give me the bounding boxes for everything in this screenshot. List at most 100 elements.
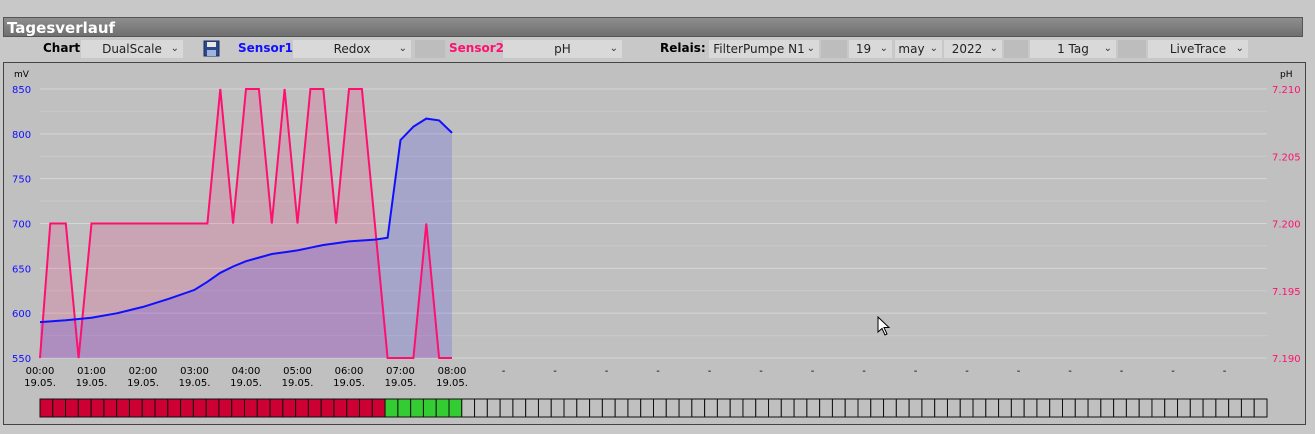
chevron-down-icon: ⌄	[1235, 43, 1244, 54]
x-tick-time: 04:00	[232, 366, 261, 377]
x-tick-date: 19.05.	[333, 378, 365, 389]
relay-cell	[90, 398, 105, 418]
relay-cell	[921, 398, 936, 418]
y-left-tick: 600	[12, 309, 31, 320]
x-tick-time: 01:00	[77, 366, 106, 377]
relay-cell	[346, 398, 361, 418]
relay-cell	[1138, 398, 1153, 418]
month-value: may	[898, 42, 925, 56]
sensor2-value: pH	[554, 42, 571, 56]
relais-select[interactable]: FilterPumpe N1 ⌄	[709, 40, 819, 58]
relay-cell	[819, 398, 833, 418]
relay-cell	[768, 398, 782, 418]
year-select[interactable]: 2022 ⌄	[944, 40, 1002, 58]
mode-value: LiveTrace	[1169, 42, 1227, 56]
relay-cell	[244, 398, 258, 418]
relay-cell	[269, 398, 284, 418]
relay-cell	[397, 398, 412, 418]
x-tick-placeholder: -	[1017, 366, 1021, 377]
relay-cell	[716, 398, 731, 418]
relay-cell	[806, 398, 821, 418]
chart-label: Chart:	[43, 41, 85, 55]
relay-cell	[525, 398, 539, 418]
relay-cell	[359, 398, 373, 418]
x-tick-time: 03:00	[180, 366, 209, 377]
y-right-tick: 7.195	[1272, 287, 1301, 298]
range-select[interactable]: 1 Tag ⌄	[1030, 40, 1116, 58]
title-bar: Tagesverlauf	[3, 17, 1303, 37]
relay-cell	[512, 398, 527, 418]
y-right-tick: 7.190	[1272, 354, 1301, 365]
x-tick-date: 19.05.	[127, 378, 159, 389]
relay-cell	[384, 398, 399, 418]
relay-cell	[448, 398, 463, 418]
chevron-down-icon: ⌄	[609, 43, 618, 54]
x-tick-placeholder: -	[862, 366, 866, 377]
relay-cell	[704, 398, 718, 418]
relay-cell	[1010, 398, 1025, 418]
y-left-tick: 650	[12, 264, 31, 275]
chevron-down-icon: ⌄	[929, 43, 938, 54]
relay-cell	[1113, 398, 1127, 418]
y-right-label: pH	[1280, 70, 1292, 80]
x-tick-date: 19.05.	[179, 378, 211, 389]
mode-select[interactable]: LiveTrace ⌄	[1148, 40, 1248, 58]
relay-cell	[141, 398, 156, 418]
month-select[interactable]: may ⌄	[895, 40, 942, 58]
relay-cell	[1215, 398, 1230, 418]
relay-cell	[627, 398, 642, 418]
relay-cell	[908, 398, 923, 418]
x-tick-date: 19.05.	[230, 378, 262, 389]
y-left-tick: 550	[12, 354, 31, 365]
relay-cell	[474, 398, 488, 418]
relay-cell	[857, 398, 872, 418]
relay-cell	[589, 398, 603, 418]
x-tick-date: 19.05.	[24, 378, 56, 389]
day-select[interactable]: 19 ⌄	[849, 40, 892, 58]
save-icon[interactable]	[203, 40, 220, 57]
chart-type-select[interactable]: DualScale ⌄	[81, 40, 183, 58]
relay-cell	[946, 398, 961, 418]
sensor1-select[interactable]: Redox ⌄	[293, 40, 411, 58]
relay-cell	[614, 398, 629, 418]
y-left-label: mV	[14, 70, 30, 80]
y-left-tick: 800	[12, 130, 31, 141]
relay-cell	[780, 398, 795, 418]
sensor1-value: Redox	[333, 42, 371, 56]
sensor2-select[interactable]: pH ⌄	[503, 40, 622, 58]
chevron-down-icon: ⌄	[806, 43, 815, 54]
relay-cell	[678, 398, 693, 418]
chevron-down-icon: ⌄	[1103, 43, 1112, 54]
x-tick-time: 07:00	[386, 366, 415, 377]
day-value: 19	[855, 42, 872, 56]
relay-cell	[167, 398, 182, 418]
relay-cell	[550, 398, 565, 418]
x-tick-time: 00:00	[26, 366, 55, 377]
x-tick-placeholder: -	[1171, 366, 1175, 377]
relay-cell	[959, 398, 974, 418]
year-value: 2022	[951, 42, 983, 56]
x-tick-time: 08:00	[438, 366, 467, 377]
relay-cell	[180, 398, 194, 418]
relay-cell	[410, 398, 424, 418]
x-tick-placeholder: -	[656, 366, 660, 377]
toolbar-spacer	[415, 40, 445, 58]
range-value: 1 Tag	[1057, 42, 1089, 56]
x-tick-placeholder: -	[759, 366, 763, 377]
relay-cell	[1062, 398, 1076, 418]
relay-cell	[256, 398, 271, 418]
chevron-down-icon: ⌄	[170, 43, 179, 54]
relay-cell	[320, 398, 335, 418]
relay-cell	[1240, 398, 1255, 418]
x-tick-placeholder: -	[553, 366, 557, 377]
relay-cell	[831, 398, 846, 418]
relay-cell	[307, 398, 322, 418]
x-tick-date: 19.05.	[282, 378, 314, 389]
relay-cell	[39, 398, 54, 418]
y-left-tick: 850	[12, 85, 31, 96]
relay-cell	[218, 398, 233, 418]
relay-cell	[282, 398, 297, 418]
relay-cell	[1228, 398, 1242, 418]
relay-cell	[1087, 398, 1102, 418]
chevron-down-icon: ⌄	[989, 43, 998, 54]
